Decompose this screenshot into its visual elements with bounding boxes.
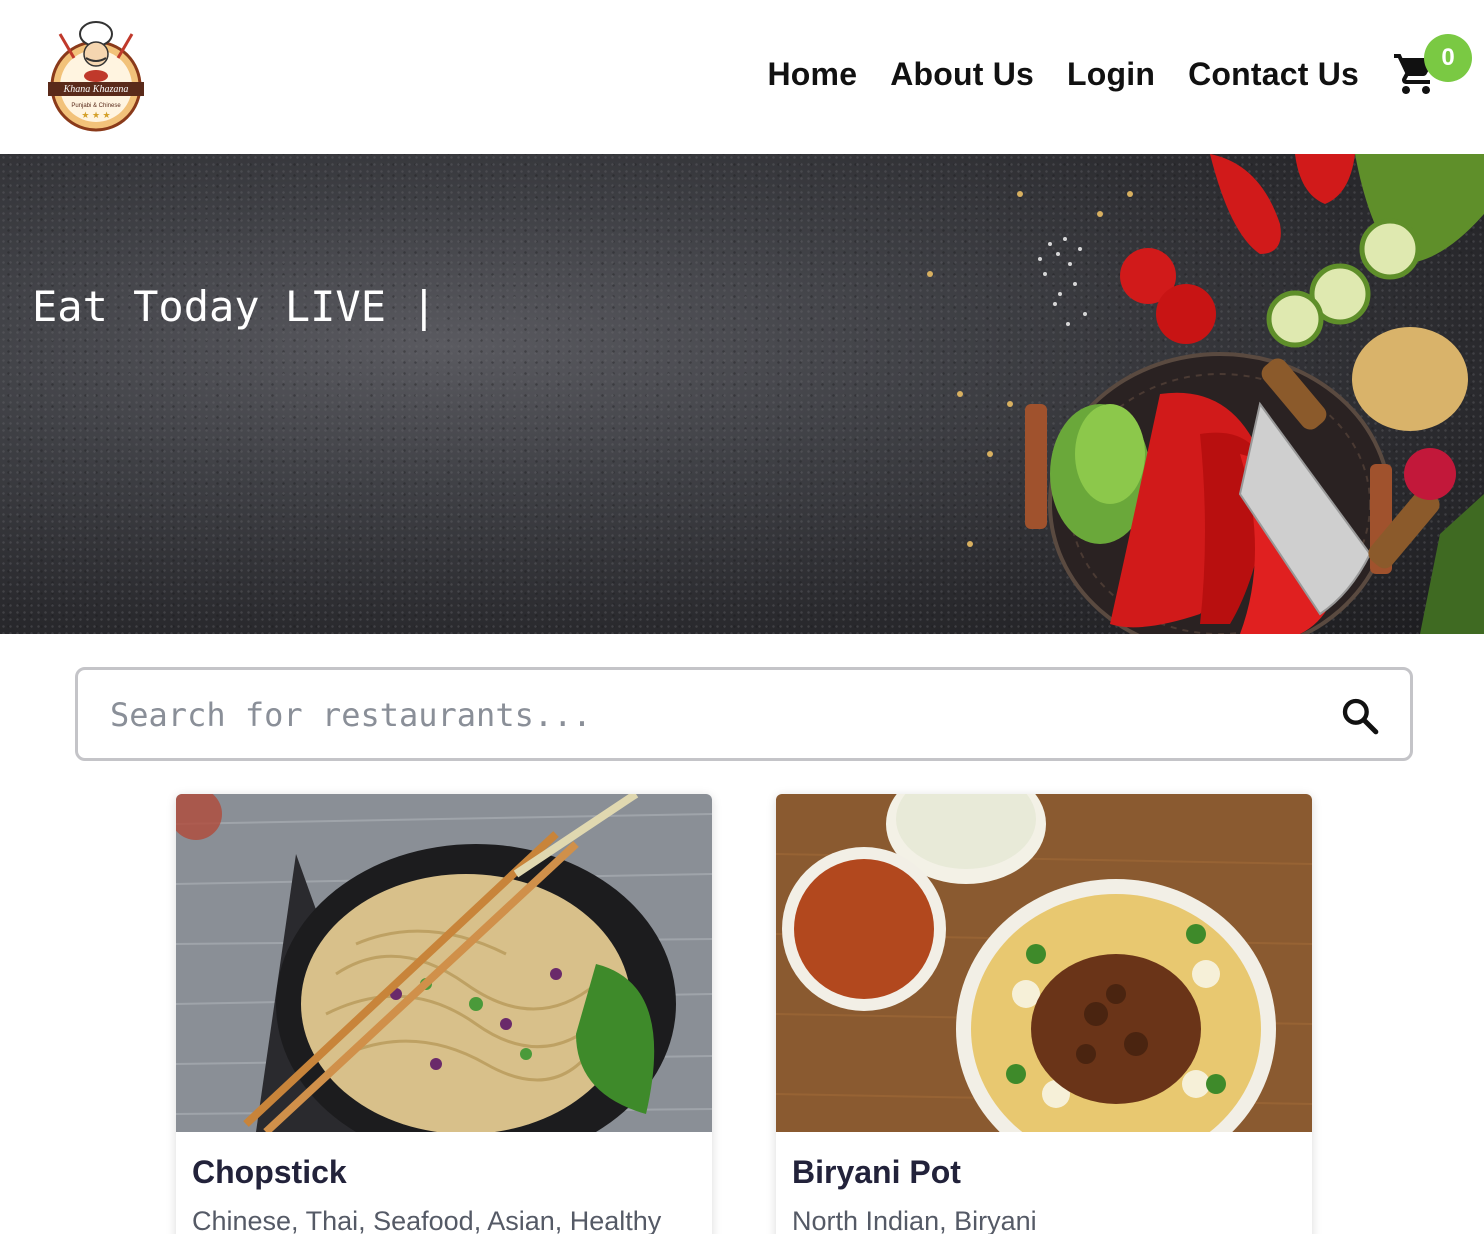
nav-home[interactable]: Home (767, 56, 857, 93)
restaurant-image-biryani (776, 794, 1312, 1132)
nav-about-us[interactable]: About Us (890, 56, 1034, 93)
cart-count-badge: 0 (1424, 34, 1472, 82)
restaurant-name: Chopstick (192, 1154, 347, 1190)
logo-subtext: Punjabi & Chinese (71, 103, 121, 109)
svg-text:★ ★ ★: ★ ★ ★ (81, 110, 110, 120)
restaurant-card[interactable]: Biryani Pot North Indian, Biryani (776, 794, 1312, 1234)
restaurant-cuisines: Chinese, Thai, Seafood, Asian, Healthy (192, 1206, 662, 1234)
hero-banner: Eat Today LIVE | (0, 154, 1484, 634)
search-bar (75, 667, 1413, 761)
main-nav: Home About Us Login Contact Us (767, 56, 1359, 93)
search-input[interactable] (110, 690, 1310, 740)
nav-contact-us[interactable]: Contact Us (1188, 56, 1359, 93)
restaurant-name: Biryani Pot (792, 1154, 961, 1190)
search-icon[interactable] (1340, 696, 1380, 736)
logo-brand-text: Khana Khazana (63, 84, 129, 95)
chef-logo-icon: Khana Khazana Punjabi & Chinese ★ ★ ★ (48, 21, 144, 132)
hero-title: Eat Today LIVE | (32, 282, 437, 331)
brand-logo[interactable]: Khana Khazana Punjabi & Chinese ★ ★ ★ (46, 14, 146, 134)
restaurant-card[interactable]: Chopstick Chinese, Thai, Seafood, Asian,… (176, 794, 712, 1234)
nav-login[interactable]: Login (1067, 56, 1155, 93)
restaurant-cuisines: North Indian, Biryani (792, 1206, 1037, 1234)
restaurant-image-noodles (176, 794, 712, 1132)
vegetables-image (927, 154, 1484, 634)
site-header: Khana Khazana Punjabi & Chinese ★ ★ ★ Ho… (0, 0, 1484, 154)
